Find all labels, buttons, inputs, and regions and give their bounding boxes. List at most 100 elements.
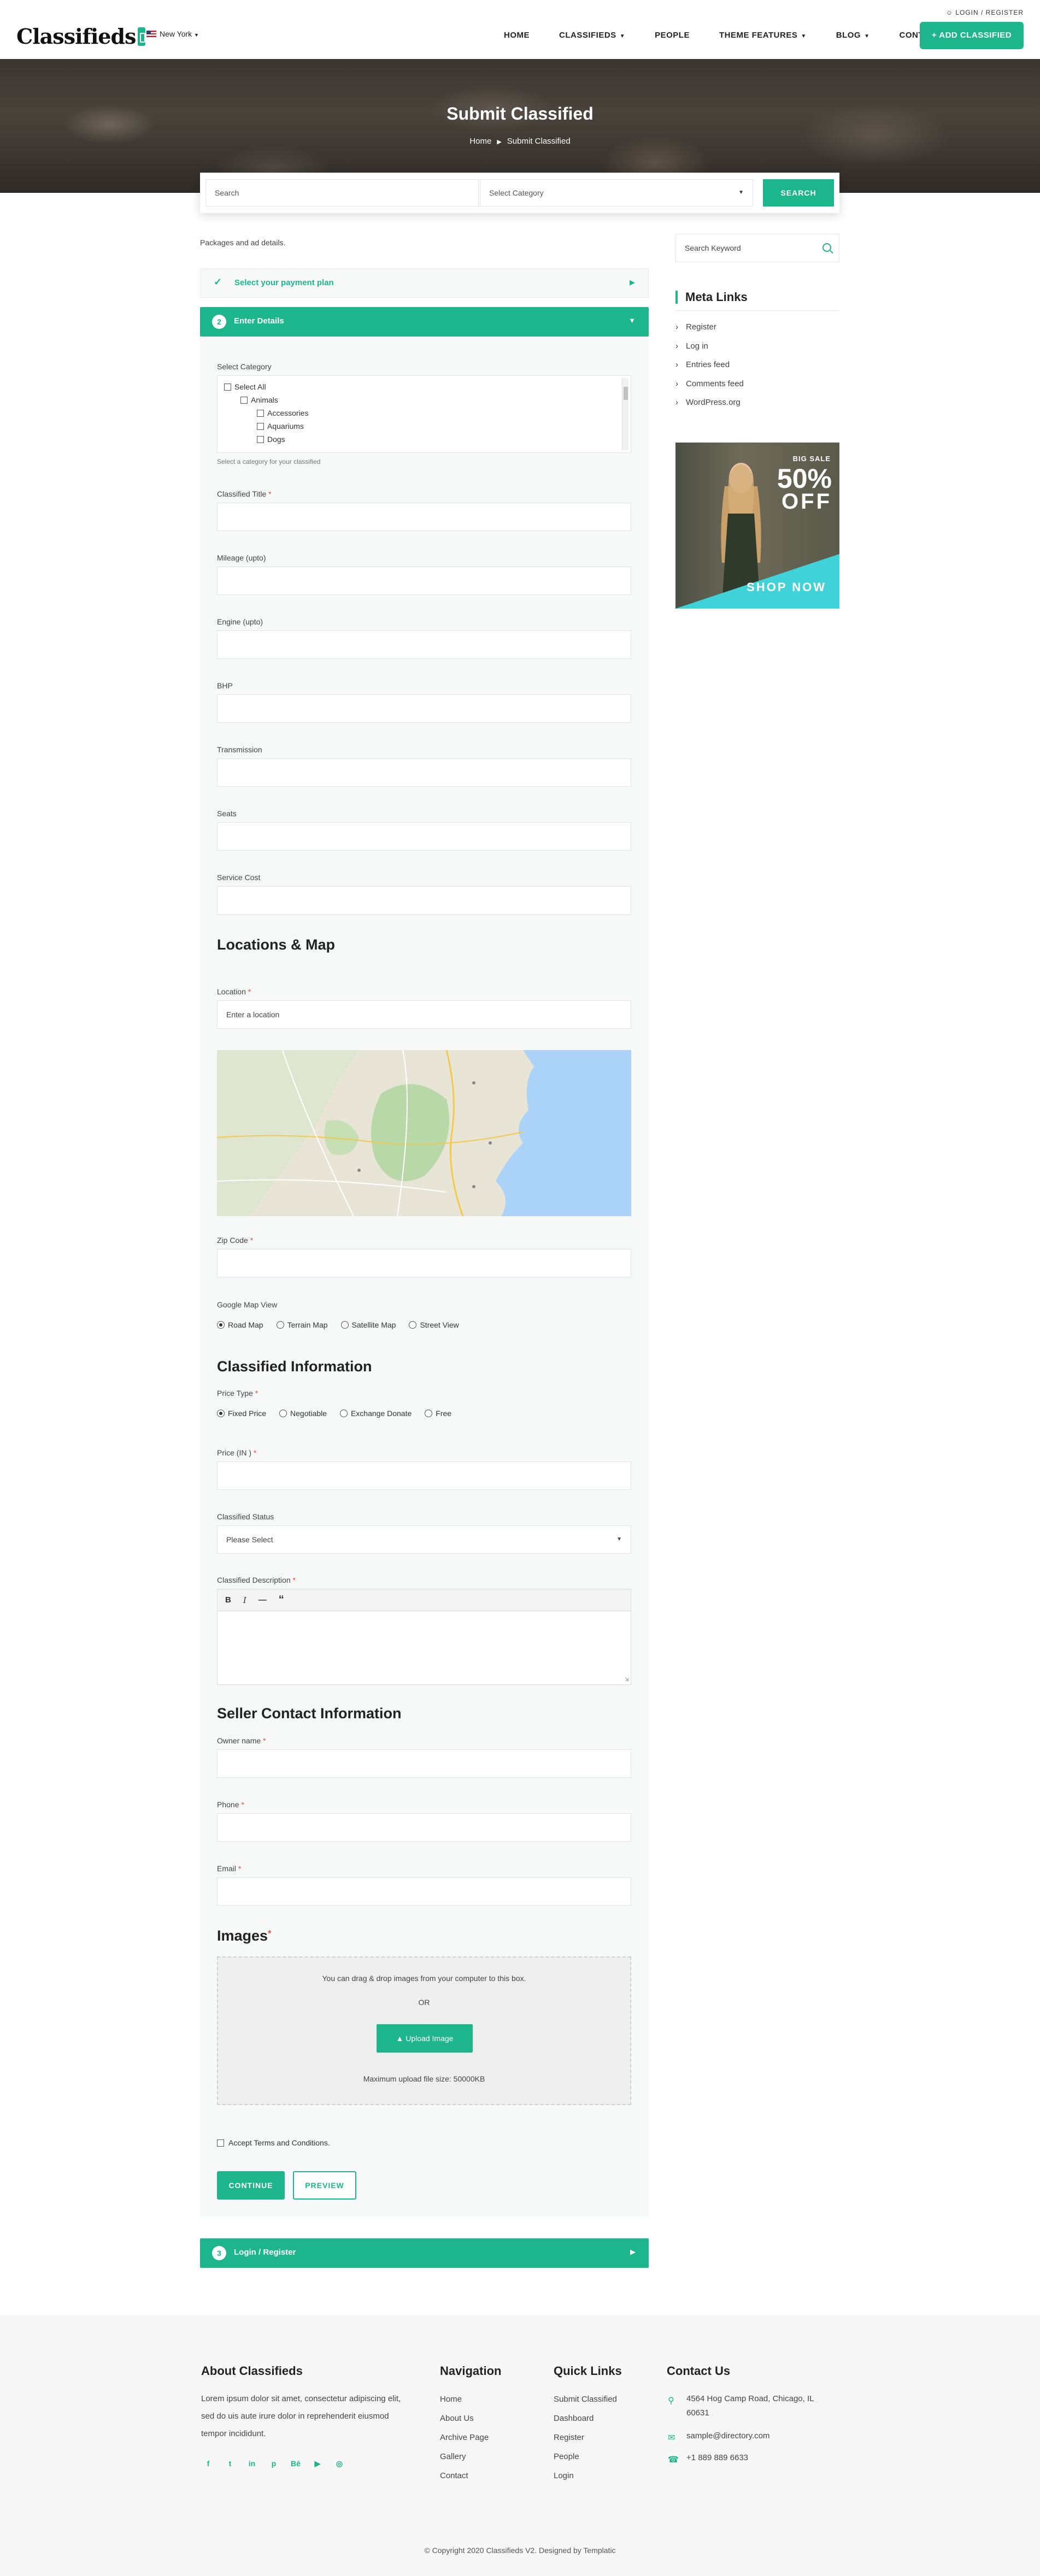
category-tree[interactable]: Select All Animals Accessories Aquariums… xyxy=(217,375,631,453)
price-type-fixed[interactable]: Fixed Price xyxy=(217,1409,266,1418)
map-view-street[interactable]: Street View xyxy=(409,1321,459,1329)
site-logo[interactable]: Classifieds xyxy=(16,24,146,49)
meta-link[interactable]: Register xyxy=(675,322,744,341)
price-input[interactable] xyxy=(217,1461,631,1490)
footer-link[interactable]: Archive Page xyxy=(440,2433,489,2452)
footer-link[interactable]: Gallery xyxy=(440,2452,489,2471)
behance-icon[interactable]: Bē xyxy=(291,2459,301,2468)
image-dropzone[interactable]: You can drag & drop images from your com… xyxy=(217,1956,631,2105)
location-map[interactable] xyxy=(217,1050,631,1216)
category-option[interactable]: Select All xyxy=(224,382,266,391)
nav-theme-features[interactable]: THEME FEATURES ▼ xyxy=(719,31,807,40)
radio[interactable] xyxy=(339,1410,348,1417)
checkbox[interactable] xyxy=(224,384,231,391)
phone-input[interactable] xyxy=(217,1813,631,1842)
scrollbar-thumb[interactable] xyxy=(624,387,628,400)
status-select[interactable]: Please Select ▼ xyxy=(217,1525,631,1554)
facebook-icon[interactable]: f xyxy=(203,2459,213,2468)
checkbox[interactable] xyxy=(257,423,264,430)
italic-button[interactable]: I xyxy=(243,1595,246,1605)
breadcrumb-home[interactable]: Home xyxy=(469,137,491,146)
price-type-negotiable[interactable]: Negotiable xyxy=(279,1409,327,1418)
price-type-free[interactable]: Free xyxy=(425,1409,451,1418)
preview-button[interactable]: PREVIEW xyxy=(293,2171,356,2200)
pinterest-icon[interactable]: p xyxy=(269,2459,279,2468)
transmission-input[interactable] xyxy=(217,758,631,787)
radio[interactable] xyxy=(409,1321,417,1329)
category-option[interactable]: Accessories xyxy=(257,409,308,417)
radio[interactable] xyxy=(425,1410,433,1417)
footer-link[interactable]: Login xyxy=(554,2471,617,2490)
search-icon[interactable] xyxy=(822,243,831,252)
terms-checkbox[interactable]: Accept Terms and Conditions. xyxy=(217,2138,330,2147)
sale-ad-banner[interactable]: BIG SALE 50% OFF SHOP NOW xyxy=(675,443,839,609)
footer-link[interactable]: Register xyxy=(554,2433,617,2452)
nav-home[interactable]: HOME xyxy=(504,31,530,40)
title-input[interactable] xyxy=(217,503,631,531)
checkbox[interactable] xyxy=(240,397,248,404)
footer-link[interactable]: People xyxy=(554,2452,617,2471)
resize-handle-icon[interactable]: ⇲ xyxy=(625,1677,629,1683)
category-option[interactable]: Dogs xyxy=(257,435,285,444)
keyword-search-input[interactable]: Search Keyword xyxy=(675,234,839,262)
category-select[interactable]: Select Category ▼ xyxy=(480,179,753,207)
meta-link[interactable]: WordPress.org xyxy=(675,398,744,417)
footer-link[interactable]: Contact xyxy=(440,2471,489,2490)
map-view-road[interactable]: Road Map xyxy=(217,1321,263,1329)
engine-input[interactable] xyxy=(217,630,631,659)
radio-selected[interactable] xyxy=(217,1410,225,1417)
continue-button[interactable]: CONTINUE xyxy=(217,2171,285,2200)
scrollbar[interactable] xyxy=(622,378,628,450)
map-view-terrain[interactable]: Terrain Map xyxy=(276,1321,328,1329)
nav-people[interactable]: PEOPLE xyxy=(655,31,690,40)
nav-blog[interactable]: BLOG ▼ xyxy=(836,31,870,40)
location-input[interactable]: Enter a location xyxy=(217,1000,631,1029)
add-classified-button[interactable]: + ADD CLASSIFIED xyxy=(920,22,1024,49)
meta-link[interactable]: Entries feed xyxy=(675,360,744,379)
meta-link[interactable]: Log in xyxy=(675,341,744,361)
step-payment-plan[interactable]: ✓ Select your payment plan ▶ xyxy=(200,268,649,298)
checkbox[interactable] xyxy=(257,436,264,443)
checkbox[interactable] xyxy=(257,410,264,417)
owner-input[interactable] xyxy=(217,1749,631,1778)
search-input[interactable]: Search xyxy=(205,179,479,207)
linkedin-icon[interactable]: in xyxy=(247,2459,257,2468)
price-type-exchange[interactable]: Exchange Donate xyxy=(339,1409,412,1418)
footer-phone[interactable]: ☎ +1 889 889 6633 xyxy=(668,2451,748,2465)
quote-button[interactable]: “ xyxy=(279,1594,284,1606)
step-login-register[interactable]: 3 Login / Register ▶ xyxy=(200,2238,649,2268)
radio-selected[interactable] xyxy=(217,1321,225,1329)
radio[interactable] xyxy=(276,1321,284,1329)
checkbox[interactable] xyxy=(217,2139,224,2147)
service-cost-input[interactable] xyxy=(217,886,631,915)
map-view-satellite[interactable]: Satellite Map xyxy=(340,1321,396,1329)
step-enter-details[interactable]: 2 Enter Details ▼ xyxy=(200,307,649,337)
city-selector[interactable]: New York ▼ xyxy=(146,30,199,38)
description-textarea[interactable] xyxy=(218,1611,631,1684)
category-option[interactable]: Aquariums xyxy=(257,422,304,431)
nav-classifieds[interactable]: CLASSIFIEDS ▼ xyxy=(559,31,625,40)
meta-link[interactable]: Comments feed xyxy=(675,379,744,398)
bold-button[interactable]: B xyxy=(225,1595,231,1605)
youtube-icon[interactable]: ▶ xyxy=(313,2459,322,2468)
mileage-input[interactable] xyxy=(217,567,631,595)
footer-link[interactable]: Submit Classified xyxy=(554,2395,617,2414)
horizontal-rule-button[interactable]: — xyxy=(258,1595,267,1605)
category-option[interactable]: Animals xyxy=(240,396,278,404)
radio[interactable] xyxy=(340,1321,349,1329)
footer-link[interactable]: Home xyxy=(440,2395,489,2414)
seats-input[interactable] xyxy=(217,822,631,851)
footer-email[interactable]: ✉ sample@directory.com xyxy=(668,2429,770,2443)
radio-label: Exchange Donate xyxy=(350,1409,412,1418)
email-input[interactable] xyxy=(217,1877,631,1906)
search-button[interactable]: SEARCH xyxy=(763,179,834,207)
zip-input[interactable] xyxy=(217,1249,631,1277)
bhp-input[interactable] xyxy=(217,694,631,723)
twitter-icon[interactable]: t xyxy=(225,2459,235,2468)
dribbble-icon[interactable]: ◎ xyxy=(334,2459,344,2468)
footer-link[interactable]: About Us xyxy=(440,2414,489,2433)
radio[interactable] xyxy=(279,1410,287,1417)
login-register-link[interactable]: ☺ LOGIN / REGISTER xyxy=(946,9,1024,16)
upload-image-button[interactable]: ▲ Upload Image xyxy=(377,2024,473,2053)
footer-link[interactable]: Dashboard xyxy=(554,2414,617,2433)
